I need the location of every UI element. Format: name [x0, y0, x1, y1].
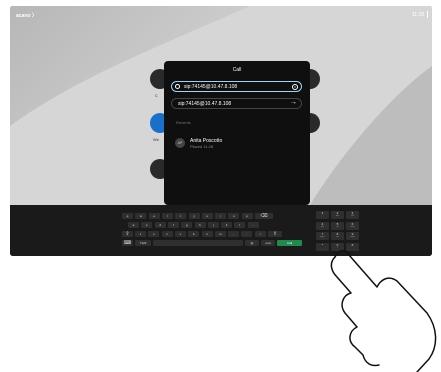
clock: 11:28 [411, 12, 424, 18]
key-f[interactable]: f [167, 222, 179, 228]
status-separator [427, 11, 428, 18]
key-s[interactable]: s [141, 222, 153, 228]
numpad-key-1[interactable]: 1 [316, 211, 329, 219]
device-name[interactable]: acano 〉 [16, 12, 37, 19]
key-a[interactable]: a [128, 222, 139, 228]
suggestion-text: sip:74145@10.47.8.108 [178, 101, 232, 107]
contact-detail: Placed 11:28 [190, 144, 214, 149]
numpad-key-5[interactable]: 5 jkl [331, 221, 344, 230]
avatar: AP [175, 138, 185, 148]
search-icon [175, 84, 180, 89]
key-k[interactable]: k [221, 222, 233, 228]
search-value: sip:74145@10.47.8.108 [184, 84, 238, 90]
key-.[interactable]: . [241, 231, 253, 237]
key-/[interactable]: / [254, 231, 266, 237]
space-key[interactable] [153, 240, 243, 246]
key-r[interactable]: r [161, 213, 173, 219]
key--[interactable]: - [247, 222, 259, 228]
suggestion-item[interactable]: sip:74145@10.47.8.108 → [171, 98, 302, 109]
key-n[interactable]: n [201, 231, 213, 237]
call-dialog: Call sip:74145@10.47.8.108 × sip:74145@1… [164, 61, 310, 205]
key-x[interactable]: x [148, 231, 160, 237]
key-l[interactable]: l [234, 222, 246, 228]
device-screen: acano 〉 11:28 C We Call sip:74145@10.47.… [10, 6, 432, 256]
key-y[interactable]: y [188, 213, 200, 219]
numpad-key-6[interactable]: 6 mno [346, 221, 359, 230]
home-label: C [155, 93, 158, 98]
key-b[interactable]: b [188, 231, 200, 237]
key-h[interactable]: h [194, 222, 206, 228]
backspace-key[interactable]: ⌫ [255, 213, 273, 219]
key-p[interactable]: p [241, 213, 253, 219]
key-e[interactable]: e [148, 213, 160, 219]
symbols-key[interactable]: ?123 [135, 240, 151, 246]
keyboard-hide-key[interactable]: ⌨ [122, 240, 133, 246]
clear-icon[interactable]: × [292, 83, 298, 90]
key-i[interactable]: i [215, 213, 227, 219]
key-,[interactable]: , [228, 231, 240, 237]
recents-heading: Recents [176, 120, 191, 125]
call-key[interactable]: Call [277, 240, 302, 246]
key-j[interactable]: j [207, 222, 219, 228]
key-u[interactable]: u [201, 213, 213, 219]
key-m[interactable]: m [214, 231, 226, 237]
key-w[interactable]: w [135, 213, 147, 219]
at-key[interactable]: @ [245, 240, 259, 246]
key-g[interactable]: g [181, 222, 193, 228]
key-c[interactable]: c [161, 231, 173, 237]
numpad-key-3[interactable]: 3 def [346, 211, 359, 219]
dotcom-key[interactable]: .com [261, 240, 275, 246]
shift-key[interactable]: ⇧ [122, 231, 133, 237]
key-q[interactable]: q [122, 213, 133, 219]
hand-icon [330, 250, 437, 372]
key-v[interactable]: v [174, 231, 186, 237]
numpad-key-4[interactable]: 4 ghi [316, 221, 329, 230]
key-d[interactable]: d [154, 222, 166, 228]
key-t[interactable]: t [175, 213, 187, 219]
search-input[interactable]: sip:74145@10.47.8.108 × [171, 81, 302, 92]
dialog-title: Call [232, 67, 242, 73]
shift-key-right[interactable]: ⇧ [268, 231, 282, 237]
key-o[interactable]: o [228, 213, 240, 219]
home-label: We [153, 137, 159, 142]
numpad-key-2[interactable]: 2 abc [331, 211, 344, 219]
arrow-right-icon: → [290, 99, 297, 106]
key-z[interactable]: z [135, 231, 146, 237]
